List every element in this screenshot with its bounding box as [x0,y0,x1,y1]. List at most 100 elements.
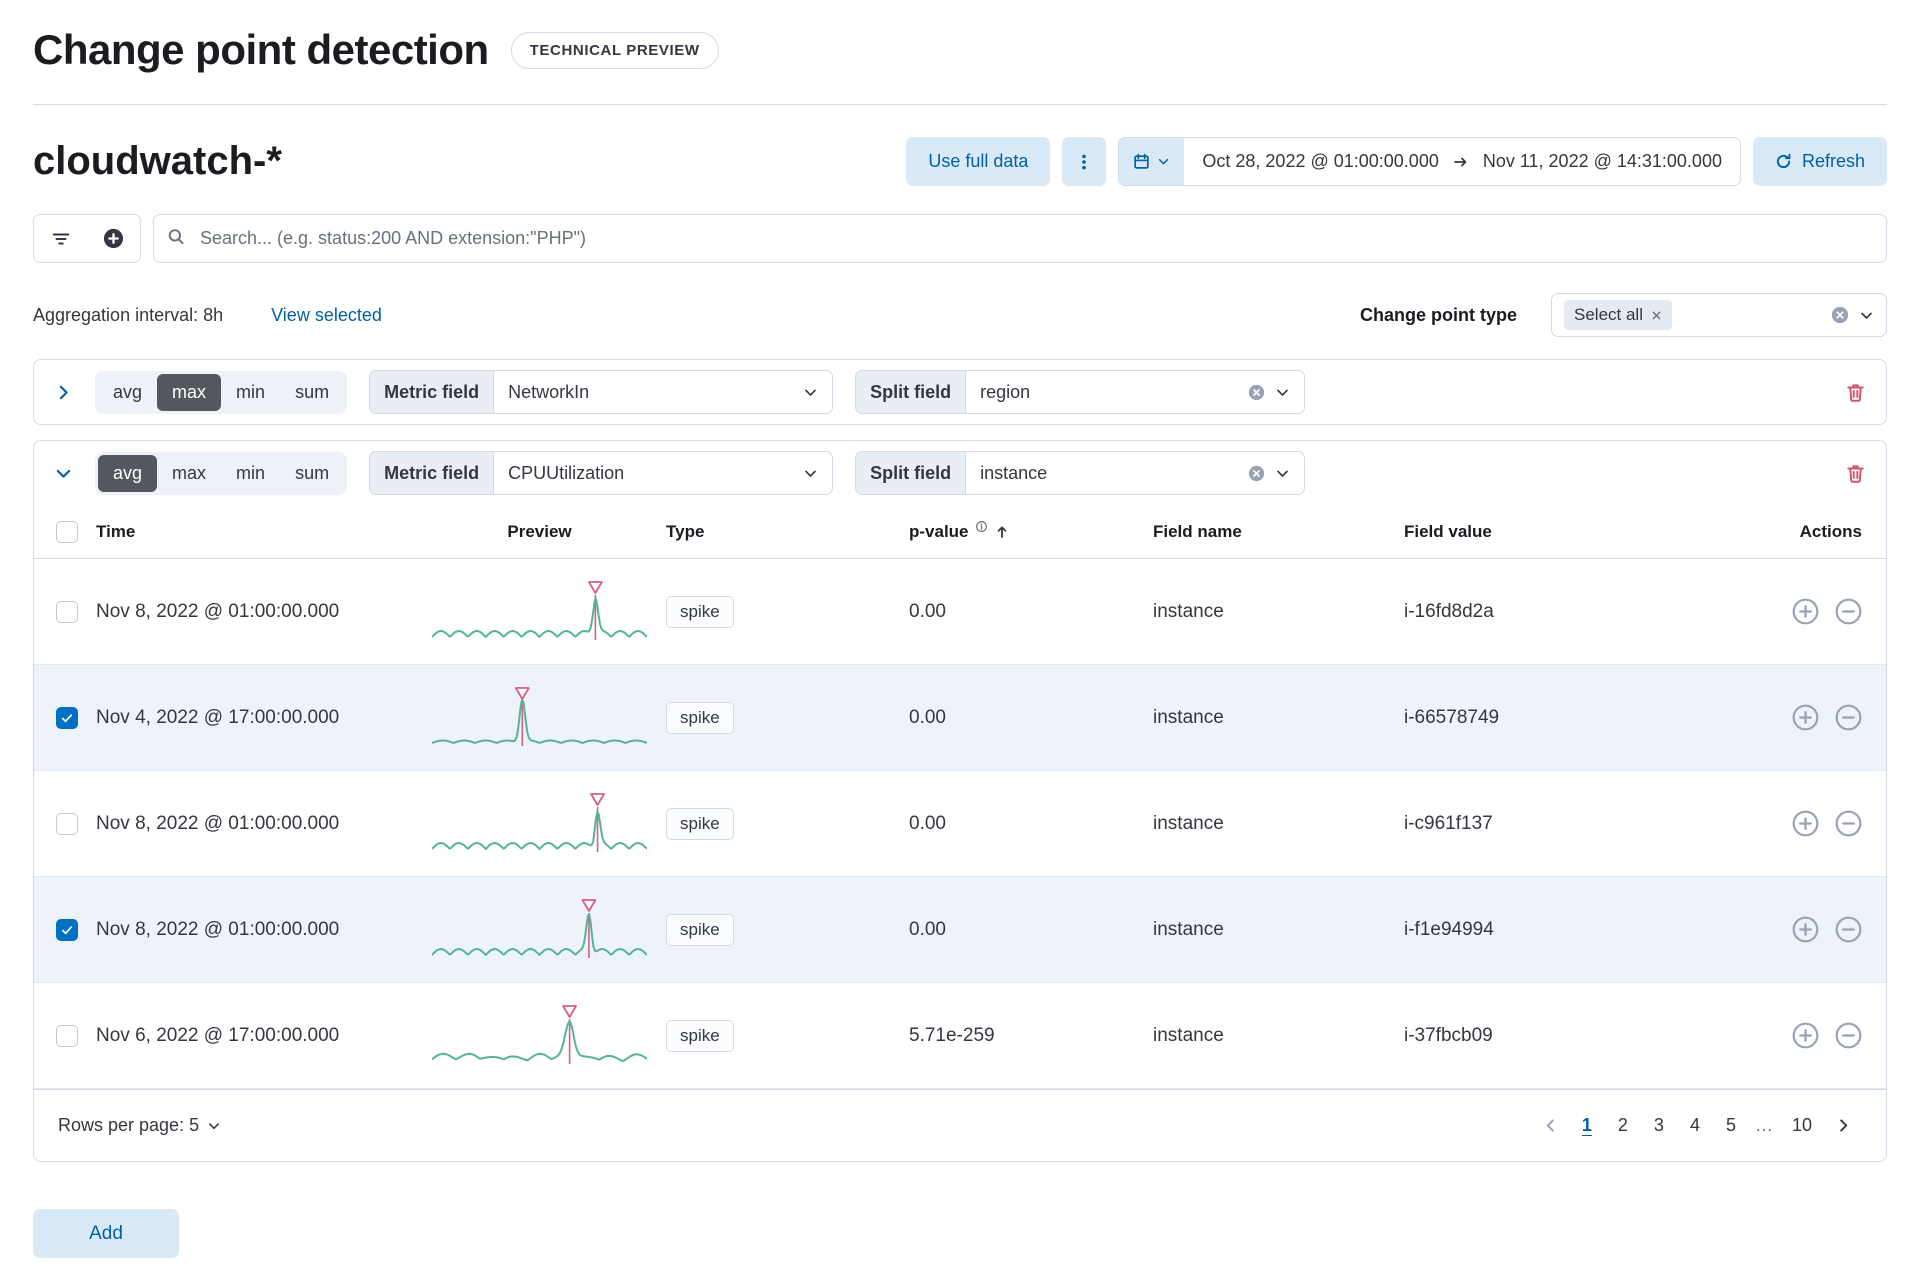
metric-field-label: Metric field [369,370,494,414]
row-checkbox[interactable] [56,706,78,729]
add-button[interactable]: Add [33,1209,179,1258]
table-row: Nov 4, 2022 @ 17:00:00.000 spike 0.00 in… [34,665,1886,771]
add-filter-button[interactable] [87,215,140,262]
split-field-label: Split field [855,370,966,414]
minus-circle-icon [1835,704,1862,731]
calendar-quick-select-button[interactable] [1119,138,1185,185]
pagination-next-icon[interactable] [1825,1117,1862,1134]
pagination-ellipsis: … [1754,1115,1773,1135]
filter-out-value-button[interactable] [1835,1022,1862,1049]
rows-per-page-button[interactable]: Rows per page: 5 [58,1115,221,1136]
table-row: Nov 6, 2022 @ 17:00:00.000 spike 5.71e-2… [34,983,1886,1089]
expand-panel-chevron-right-icon[interactable] [54,383,73,402]
type-badge: spike [666,913,734,946]
chevron-down-icon [207,1119,221,1133]
refresh-button[interactable]: Refresh [1752,137,1887,186]
search-input[interactable] [153,214,1887,263]
pagination-pages: 1 2 3 4 5… 10 [1569,1109,1825,1142]
row-checkbox[interactable] [56,1024,78,1047]
pagination-page-4[interactable]: 4 [1677,1109,1713,1142]
sparkline-chart [432,580,647,640]
clear-icon[interactable] [1248,465,1265,482]
pagination-page-3[interactable]: 3 [1641,1109,1677,1142]
row-p-value: 0.00 [909,918,946,940]
row-time: Nov 8, 2022 @ 01:00:00.000 [96,918,340,940]
row-time: Nov 4, 2022 @ 17:00:00.000 [96,706,340,728]
minus-circle-icon [1835,810,1862,837]
delete-config-button[interactable] [1845,463,1866,484]
column-header-preview: Preview [507,521,572,541]
filter-out-value-button[interactable] [1835,598,1862,625]
config-controls-1: avg max min sum Metric field NetworkIn S… [34,360,1886,424]
split-field-combobox[interactable]: instance [965,451,1306,495]
start-date-button[interactable]: Oct 28, 2022 @ 01:00:00.000 [1202,151,1438,172]
filter-for-value-button[interactable] [1792,916,1819,943]
row-preview [413,681,666,755]
clear-icon[interactable] [1248,384,1265,401]
agg-option-sum[interactable]: sum [280,374,344,411]
agg-option-min[interactable]: min [221,374,280,411]
row-checkbox[interactable] [56,918,78,941]
pagination-page-10[interactable]: 10 [1779,1109,1825,1142]
agg-option-min[interactable]: min [221,455,280,492]
filter-for-value-button[interactable] [1792,1022,1819,1049]
metric-field-label: Metric field [369,451,494,495]
filter-for-value-button[interactable] [1792,598,1819,625]
change-point-type-combobox[interactable]: Select all [1551,293,1887,337]
filter-out-value-button[interactable] [1835,916,1862,943]
plus-circle-icon [1792,704,1819,731]
split-field-combobox[interactable]: region [965,370,1306,414]
column-header-time[interactable]: Time [96,522,413,542]
chevron-down-icon [1275,466,1290,481]
search-icon [167,227,185,250]
column-header-p-value[interactable]: p-value [909,522,1153,542]
pagination-page-5[interactable]: 5 [1713,1109,1749,1142]
agg-function-button-group: avg max min sum [95,451,348,495]
filter-button[interactable] [34,215,87,262]
info-icon[interactable] [975,520,988,533]
use-full-data-button[interactable]: Use full data [906,137,1051,186]
row-field-name: instance [1153,1024,1224,1046]
metric-field-select[interactable]: NetworkIn [493,370,834,414]
aggregation-interval-label: Aggregation interval: 8h [33,304,224,325]
change-points-table: Time Preview Type p-value Field name Fie… [34,505,1886,1089]
metric-field-select[interactable]: CPUUtilization [493,451,834,495]
trash-icon [1845,382,1866,403]
filter-out-value-button[interactable] [1835,810,1862,837]
agg-option-max[interactable]: max [157,373,222,411]
split-field-control: Split field region [855,370,1306,414]
plus-circle-icon [1792,598,1819,625]
delete-config-button[interactable] [1845,382,1866,403]
agg-option-avg[interactable]: avg [98,454,158,492]
filter-for-value-button[interactable] [1792,810,1819,837]
agg-option-max[interactable]: max [157,455,221,492]
agg-option-sum[interactable]: sum [280,455,344,492]
row-checkbox[interactable] [56,600,78,623]
collapse-panel-chevron-down-icon[interactable] [54,464,73,483]
type-badge: spike [666,1019,734,1052]
meta-right: Change point type Select all [1360,293,1887,337]
row-checkbox[interactable] [56,812,78,835]
combobox-clear-icon[interactable] [1831,306,1849,324]
sparkline-chart [432,898,647,958]
sampling-options-button[interactable] [1062,137,1107,186]
trash-icon [1845,463,1866,484]
row-p-value: 0.00 [909,706,946,728]
filter-for-value-button[interactable] [1792,704,1819,731]
minus-circle-icon [1835,916,1862,943]
plus-circle-icon [1792,916,1819,943]
sort-ascending-icon [994,524,1010,540]
token-remove-icon[interactable] [1651,310,1662,321]
chevron-down-icon [1157,155,1170,168]
pagination-page-2[interactable]: 2 [1605,1109,1641,1142]
plus-circle-icon [103,228,124,249]
end-date-button[interactable]: Nov 11, 2022 @ 14:31:00.000 [1483,151,1722,172]
date-picker: Oct 28, 2022 @ 01:00:00.000 Nov 11, 2022… [1118,137,1741,186]
agg-option-avg[interactable]: avg [98,374,157,411]
meta-row: Aggregation interval: 8h View selected C… [33,293,1887,337]
pagination-page-1[interactable]: 1 [1569,1109,1605,1142]
select-all-checkbox[interactable] [56,520,78,543]
view-selected-link[interactable]: View selected [271,305,382,326]
filter-out-value-button[interactable] [1835,704,1862,731]
pagination-previous-icon[interactable] [1532,1117,1569,1134]
